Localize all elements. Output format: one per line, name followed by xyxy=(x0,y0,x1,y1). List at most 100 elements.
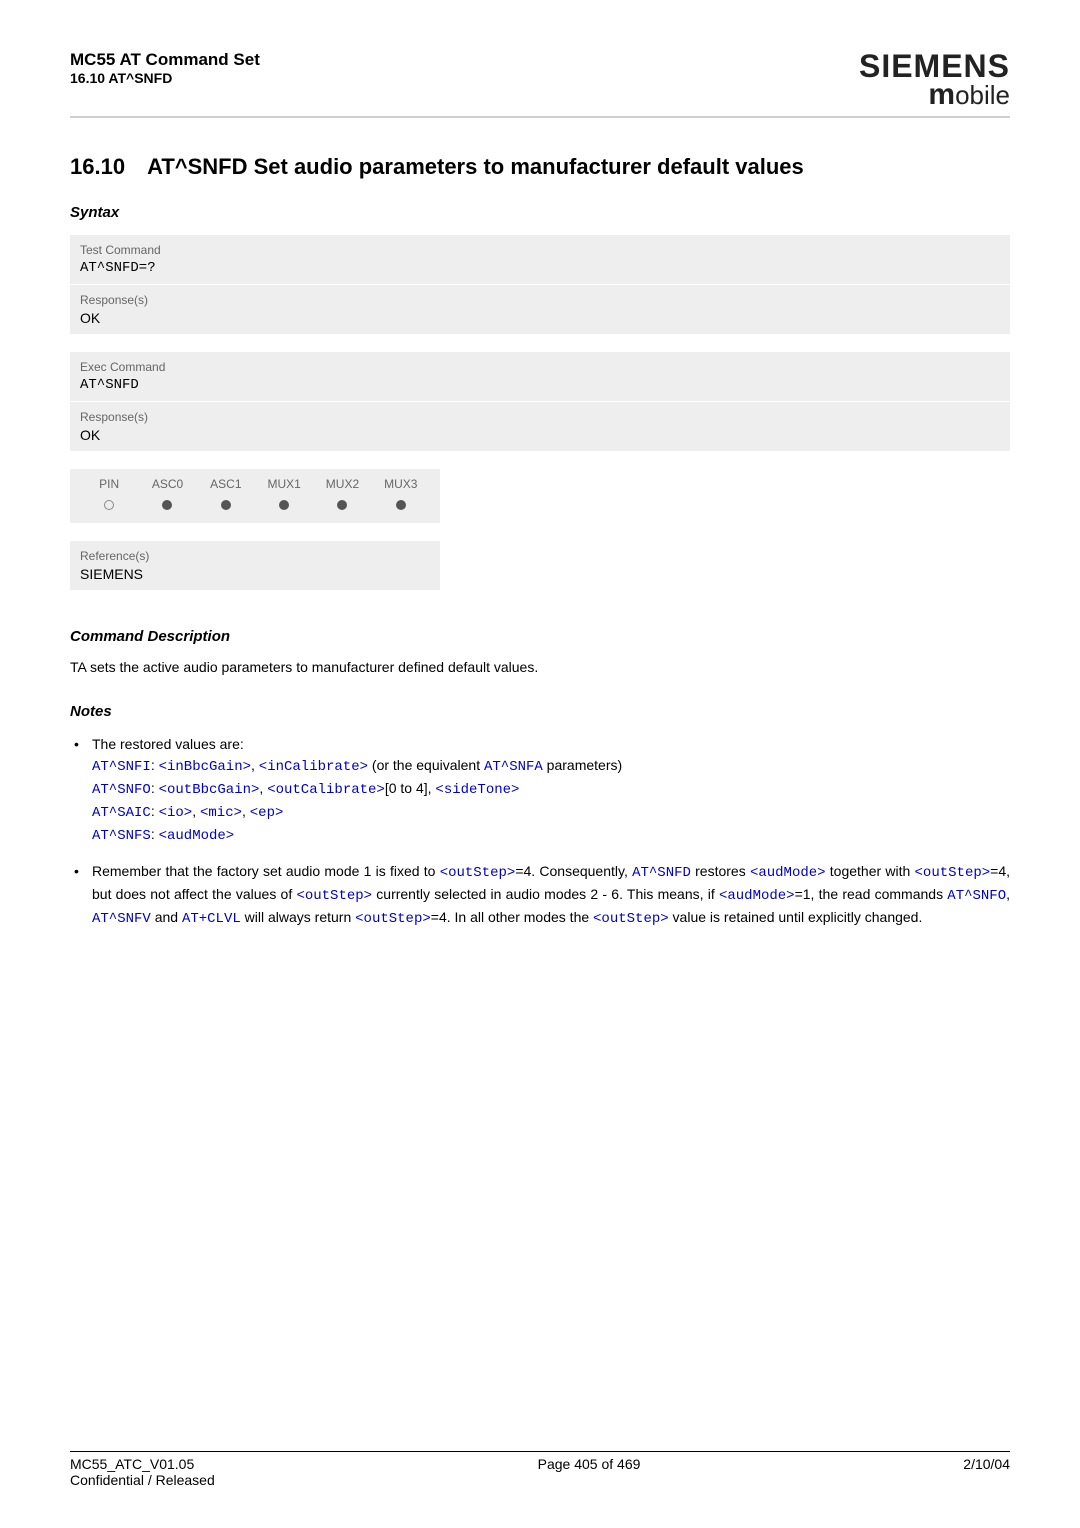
cmd-ref: AT^SNFO xyxy=(947,888,1006,904)
text: together with xyxy=(826,863,915,879)
mobile-m: m xyxy=(928,78,955,111)
cmd-ref: AT^SAIC xyxy=(92,805,151,821)
param-ref: <outStep> xyxy=(593,911,669,927)
note-item: Remember that the factory set audio mode… xyxy=(70,861,1010,930)
doc-title: MC55 AT Command Set xyxy=(70,50,260,70)
cmd-ref: AT^SNFD xyxy=(632,865,691,881)
support-dots xyxy=(70,495,440,523)
exec-response-text: OK xyxy=(80,427,1000,443)
text: [0 to 4], xyxy=(385,780,436,796)
footer-confidentiality: Confidential / Released xyxy=(70,1472,215,1488)
footer-page-number: Page 405 of 469 xyxy=(538,1456,641,1488)
dot-filled-icon xyxy=(279,500,289,510)
exec-response-row: Response(s) OK xyxy=(70,402,1010,451)
param-ref: <inCalibrate> xyxy=(259,759,368,775)
section-title: AT^SNFD Set audio parameters to manufact… xyxy=(147,154,804,179)
dot-empty-icon xyxy=(104,500,114,510)
doc-section-ref: 16.10 AT^SNFD xyxy=(70,70,260,86)
dot-filled-icon xyxy=(221,500,231,510)
support-header: PIN ASC0 ASC1 MUX1 MUX2 MUX3 xyxy=(70,469,440,495)
param-ref: <outStep> xyxy=(296,888,372,904)
page-header: MC55 AT Command Set 16.10 AT^SNFD SIEMEN… xyxy=(70,50,1010,118)
reference-value: SIEMENS xyxy=(80,566,430,582)
dot-cell xyxy=(197,497,255,513)
page-footer: MC55_ATC_V01.05 Confidential / Released … xyxy=(70,1451,1010,1488)
param-ref: <audMode> xyxy=(750,865,826,881)
text: restores xyxy=(691,863,750,879)
text: parameters) xyxy=(543,757,622,773)
test-command-row: Test Command AT^SNFD=? xyxy=(70,235,1010,284)
reference-label: Reference(s) xyxy=(80,549,430,563)
dot-cell xyxy=(80,497,138,513)
exec-response-label: Response(s) xyxy=(80,410,1000,424)
param-ref: <audMode> xyxy=(719,888,795,904)
footer-date: 2/10/04 xyxy=(963,1456,1010,1488)
param-ref: <mic> xyxy=(200,805,242,821)
text: and xyxy=(151,909,182,925)
dot-cell xyxy=(372,497,430,513)
cmd-ref: AT^SNFI xyxy=(92,759,151,775)
text: =4. Consequently, xyxy=(515,863,632,879)
text: will always return xyxy=(241,909,355,925)
support-col: ASC1 xyxy=(197,477,255,491)
syntax-label: Syntax xyxy=(70,204,1010,221)
param-ref: <outStep> xyxy=(355,911,431,927)
reference-panel: Reference(s) SIEMENS xyxy=(70,541,440,590)
header-left: MC55 AT Command Set 16.10 AT^SNFD xyxy=(70,50,260,86)
test-command-label: Test Command xyxy=(80,243,1000,257)
command-description-label: Command Description xyxy=(70,628,1010,645)
dot-cell xyxy=(138,497,196,513)
cmd-ref: AT^SNFS xyxy=(92,828,151,844)
mobile-logo: mobile xyxy=(859,80,1010,110)
support-panel: PIN ASC0 ASC1 MUX1 MUX2 MUX3 xyxy=(70,469,440,523)
test-command-panel: Test Command AT^SNFD=? Response(s) OK xyxy=(70,235,1010,334)
note1-intro: The restored values are: xyxy=(92,736,244,752)
param-ref: <outStep> xyxy=(440,865,516,881)
brand-block: SIEMENS mobile xyxy=(859,50,1010,110)
dot-filled-icon xyxy=(337,500,347,510)
text: (or the equivalent xyxy=(368,757,484,773)
param-ref: <outStep> xyxy=(915,865,991,881)
text: =4. In all other modes the xyxy=(431,909,593,925)
text: Remember that the factory set audio mode… xyxy=(92,863,440,879)
text: value is retained until explicitly chang… xyxy=(669,909,923,925)
cmd-ref: AT^SNFV xyxy=(92,911,151,927)
footer-doc-id: MC55_ATC_V01.05 xyxy=(70,1456,215,1472)
test-response-label: Response(s) xyxy=(80,293,1000,307)
exec-command-label: Exec Command xyxy=(80,360,1000,374)
param-ref: <audMode> xyxy=(159,828,235,844)
dot-cell xyxy=(255,497,313,513)
notes-label: Notes xyxy=(70,703,1010,720)
param-ref: <ep> xyxy=(250,805,284,821)
text: =1, the read commands xyxy=(795,886,948,902)
param-ref: <sideTone> xyxy=(435,782,519,798)
cmd-ref: AT^SNFA xyxy=(484,759,543,775)
section-heading: 16.10AT^SNFD Set audio parameters to man… xyxy=(70,154,1010,180)
support-col: PIN xyxy=(80,477,138,491)
param-ref: <inBbcGain> xyxy=(159,759,251,775)
support-col: MUX1 xyxy=(255,477,313,491)
test-command-code: AT^SNFD=? xyxy=(80,260,1000,276)
note-item: The restored values are: AT^SNFI: <inBbc… xyxy=(70,734,1010,847)
dot-cell xyxy=(313,497,371,513)
support-col: ASC0 xyxy=(138,477,196,491)
text: currently selected in audio modes 2 - 6.… xyxy=(372,886,719,902)
text: , xyxy=(1006,886,1010,902)
mobile-rest: obile xyxy=(955,80,1010,110)
test-response-row: Response(s) OK xyxy=(70,285,1010,334)
param-ref: <outBbcGain> xyxy=(159,782,260,798)
exec-command-panel: Exec Command AT^SNFD Response(s) OK xyxy=(70,352,1010,451)
support-col: MUX2 xyxy=(313,477,371,491)
dot-filled-icon xyxy=(162,500,172,510)
cmd-ref: AT^SNFO xyxy=(92,782,151,798)
test-response-text: OK xyxy=(80,310,1000,326)
cmd-ref: AT+CLVL xyxy=(182,911,241,927)
command-description-text: TA sets the active audio parameters to m… xyxy=(70,659,1010,675)
footer-left: MC55_ATC_V01.05 Confidential / Released xyxy=(70,1456,215,1488)
exec-command-code: AT^SNFD xyxy=(80,377,1000,393)
param-ref: <io> xyxy=(159,805,193,821)
dot-filled-icon xyxy=(396,500,406,510)
param-ref: <outCalibrate> xyxy=(267,782,385,798)
exec-command-row: Exec Command AT^SNFD xyxy=(70,352,1010,401)
notes-list: The restored values are: AT^SNFI: <inBbc… xyxy=(70,734,1010,930)
